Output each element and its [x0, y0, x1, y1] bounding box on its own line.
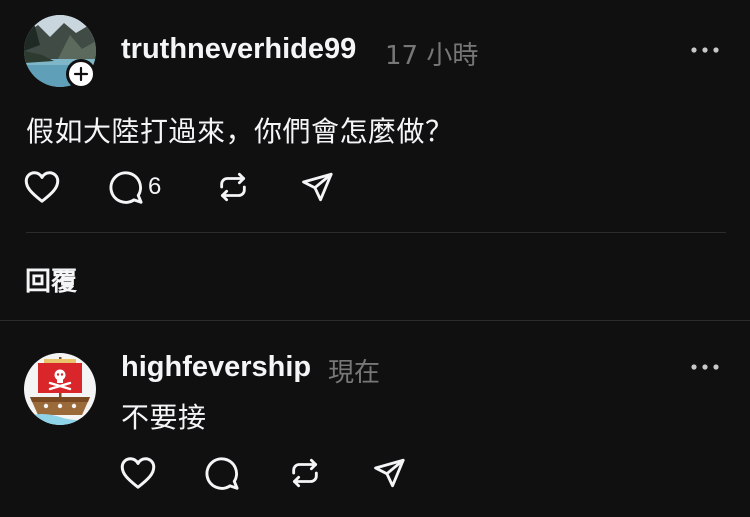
reply-comment-button[interactable] [204, 456, 240, 490]
send-icon [374, 458, 405, 488]
post-username[interactable]: truthneverhide99 [121, 33, 356, 66]
reply-author-avatar[interactable] [24, 353, 96, 425]
pirate-ship-avatar-icon [24, 353, 96, 425]
heart-icon [24, 171, 60, 203]
post-timestamp: 17 小時 [385, 41, 479, 71]
reply-text: 不要接 [121, 401, 207, 434]
post-more-button[interactable] [685, 40, 725, 60]
section-divider [0, 320, 750, 321]
replies-heading: 回覆 [25, 267, 78, 297]
reply-repost-button[interactable] [288, 456, 322, 490]
follow-button[interactable] [66, 59, 96, 89]
plus-icon [73, 66, 89, 82]
reply-share-button[interactable] [372, 456, 406, 490]
more-horizontal-icon [691, 47, 719, 53]
repost-button[interactable] [216, 170, 250, 204]
comment-bubble-icon [109, 171, 143, 204]
send-icon [302, 172, 333, 202]
repost-icon [220, 172, 246, 202]
reply-timestamp: 現在 [328, 358, 381, 388]
reply-like-button[interactable] [120, 456, 156, 490]
comment-count: 6 [148, 173, 162, 200]
comment-bubble-icon [205, 457, 239, 490]
like-button[interactable] [24, 170, 60, 204]
comment-button[interactable]: 6 [108, 170, 161, 204]
post-divider [26, 232, 726, 233]
more-horizontal-icon [691, 364, 719, 370]
heart-icon [120, 457, 156, 489]
share-button[interactable] [300, 170, 334, 204]
reply-username[interactable]: highfevership [121, 351, 311, 384]
repost-icon [292, 458, 318, 488]
post-text: 假如大陸打過來，你們會怎麼做？ [26, 115, 454, 148]
reply-more-button[interactable] [685, 357, 725, 377]
